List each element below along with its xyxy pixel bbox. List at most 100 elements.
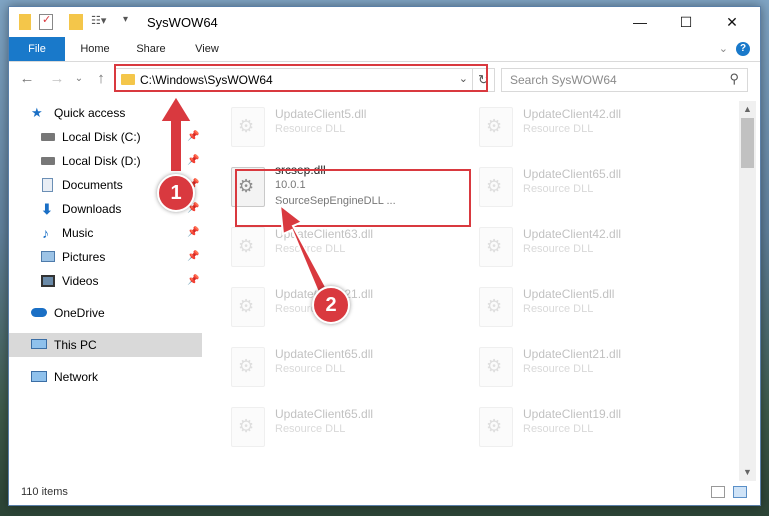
dll-file-icon [231,347,265,387]
search-placeholder: Search SysWOW64 [510,73,617,87]
step-1-badge: 1 [157,174,195,212]
file-tile[interactable]: UpdateClient65.dll Resource DLL [209,341,439,391]
file-list: UpdateClient5.dll Resource DLL srcsep.dl… [209,101,739,481]
file-tile[interactable]: UpdateClient5.dll Resource DLL [209,101,439,151]
dll-file-icon [479,347,513,387]
expand-ribbon-icon[interactable]: ⌄ [719,42,728,55]
file-description: Resource DLL [523,123,594,135]
sidebar-item-quick-access[interactable]: ★ Quick access [9,101,202,125]
file-tile[interactable]: UpdateClient19.dll Resource DLL [457,401,687,451]
srcsep-highlight-box [235,169,471,227]
pin-icon[interactable]: 📌 [187,245,199,269]
sidebar-item-local-disk-d[interactable]: Local Disk (D:) 📌 [9,149,202,173]
search-icon: ⚲ [729,71,739,86]
file-tile[interactable]: UpdateClient65.dll Resource DLL [209,401,439,451]
dll-file-icon [231,227,265,267]
file-name: UpdateClient42.dll [523,107,622,121]
file-description: Resource DLL [523,243,594,255]
sidebar-item-local-disk-c[interactable]: Local Disk (C:) 📌 [9,125,202,149]
search-input[interactable]: Search SysWOW64 ⚲ [501,68,748,92]
dll-file-icon [231,287,265,327]
address-highlight-box [114,64,488,92]
sidebar-item-label: Local Disk (D:) [62,154,141,168]
vertical-scrollbar[interactable]: ▲ ▼ [739,101,756,481]
file-name: UpdateClient63.dll [275,227,374,241]
minimize-button[interactable]: — [617,7,663,37]
sidebar-item-label: Videos [62,274,99,288]
music-icon: ♪ [42,225,49,241]
tab-file[interactable]: File [9,37,65,61]
pin-icon[interactable]: 📌 [187,269,199,293]
folder-quick-icon[interactable] [19,14,31,30]
customize-toolbar-icon[interactable]: ▾ [123,14,133,30]
dll-file-icon [479,167,513,207]
sidebar-item-onedrive[interactable]: OneDrive [9,301,202,325]
tab-share[interactable]: Share [129,37,173,61]
sidebar-item-label: Downloads [62,202,122,216]
properties-icon[interactable]: ✓ [39,14,53,30]
file-tile[interactable]: UpdateClient42.dll Resource DLL [457,101,687,151]
step-2-badge: 2 [312,286,350,324]
tab-view[interactable]: View [185,37,229,61]
file-name: UpdateClient19.dll [523,407,622,421]
sidebar-item-music[interactable]: ♪ Music 📌 [9,221,202,245]
star-icon: ★ [31,105,43,120]
dll-file-icon [479,107,513,147]
file-tile[interactable]: UpdateClient65.dll Resource DLL [457,161,687,211]
file-tile[interactable]: UpdateClient5.dll Resource DLL [457,281,687,331]
file-name: UpdateClient65.dll [275,347,374,361]
sidebar-item-label: OneDrive [54,306,105,320]
sidebar-item-label: Pictures [62,250,106,264]
sidebar-item-label: Network [54,370,99,384]
title-bar: ✓ ☷▾ ▾ SysWOW64 — ☐ ✕ [9,7,760,37]
pin-icon[interactable]: 📌 [187,125,199,149]
dll-file-icon [479,227,513,267]
new-folder-icon[interactable] [69,14,83,30]
scroll-up-icon[interactable]: ▲ [739,101,756,118]
pin-icon[interactable]: 📌 [187,149,199,173]
computer-icon [31,339,47,349]
sidebar-item-this-pc[interactable]: This PC [9,333,202,357]
window-title: SysWOW64 [147,15,218,30]
dll-file-icon [479,407,513,447]
file-tile[interactable]: UpdateClient63.dll Resource DLL [209,221,439,271]
sidebar-item-videos[interactable]: Videos 📌 [9,269,202,293]
file-description: Resource DLL [275,123,346,135]
file-tile[interactable]: UpdateClient42.dll Resource DLL [457,221,687,271]
sidebar-item-label: Documents [62,178,123,192]
sidebar-item-label: This PC [54,338,97,352]
item-count: 110 items [21,486,68,498]
downloads-icon: ⬇ [41,201,53,217]
back-icon[interactable]: ← [17,69,37,89]
sidebar-item-pictures[interactable]: Pictures 📌 [9,245,202,269]
file-description: Resource DLL [523,423,594,435]
network-icon [31,371,47,382]
file-description: Resource DLL [275,423,346,435]
sidebar-item-network[interactable]: Network [9,365,202,389]
details-view-icon[interactable] [711,486,725,498]
file-tile[interactable]: UpdateClient21.dll Resource DLL [457,341,687,391]
pin-icon[interactable]: 📌 [187,221,199,245]
file-description: Resource DLL [275,363,346,375]
help-icon[interactable]: ? [736,42,750,56]
close-button[interactable]: ✕ [709,7,755,37]
dll-file-icon [231,407,265,447]
large-icons-view-icon[interactable] [733,486,747,498]
recent-locations-icon[interactable]: ⌄ [69,69,89,89]
file-name: UpdateClient21.dll [523,347,622,361]
maximize-button[interactable]: ☐ [663,7,709,37]
scroll-down-icon[interactable]: ▼ [739,464,756,481]
file-name: UpdateClient65.dll [275,407,374,421]
up-icon[interactable]: ↑ [91,69,111,89]
tab-home[interactable]: Home [71,37,119,61]
view-options-icon[interactable]: ☷▾ [91,14,113,30]
forward-icon[interactable]: → [47,69,67,89]
scroll-thumb[interactable] [741,118,754,168]
status-bar: 110 items [9,481,760,505]
file-description: Resource DLL [523,303,594,315]
navigation-pane: ★ Quick access Local Disk (C:) 📌 Local D… [9,101,202,481]
file-description: Resource DLL [523,363,594,375]
dll-file-icon [479,287,513,327]
file-description: Resource DLL [523,183,594,195]
videos-icon [41,275,55,287]
